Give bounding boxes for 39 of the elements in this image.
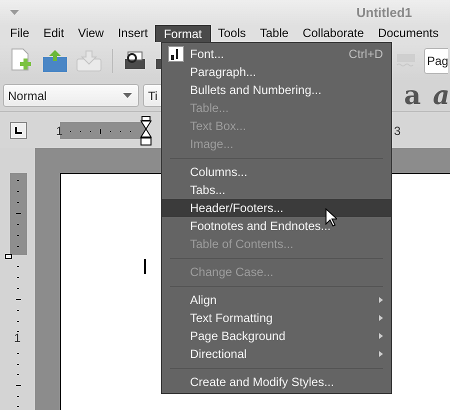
ruler-number: 1	[56, 122, 63, 140]
window-title: Untitled1	[356, 4, 412, 22]
menu-item[interactable]: Columns...	[162, 163, 391, 181]
page-dropdown[interactable]: Pag	[424, 48, 448, 74]
menu-bar-item[interactable]: View	[71, 25, 111, 42]
print-preview-icon[interactable]	[124, 50, 146, 72]
menu-item[interactable]: Footnotes and Endnotes...	[162, 217, 391, 235]
font-style-button[interactable]: a	[432, 82, 450, 110]
menu-bar-item[interactable]: Documents	[370, 25, 446, 42]
font-style-button[interactable]: a	[404, 82, 421, 110]
menu-bar-item[interactable]: Insert	[110, 25, 155, 42]
menu-item[interactable]: Bullets and Numbering...	[162, 81, 391, 99]
dropdown-arrow-icon	[123, 93, 132, 98]
menu-item[interactable]: Tabs...	[162, 181, 391, 199]
menu-item[interactable]: Align	[162, 291, 391, 309]
menu-item[interactable]: Page Background	[162, 327, 391, 345]
menu-bar-item[interactable]: Tools	[210, 25, 253, 42]
indent-marker-icon[interactable]	[5, 254, 12, 259]
text-cursor	[144, 259, 146, 274]
menu-bar-item[interactable]: Edit	[36, 25, 72, 42]
menu-item[interactable]: Directional	[162, 345, 391, 363]
menu-item[interactable]: Create and Modify Styles...	[162, 373, 391, 391]
indent-marker-icon[interactable]	[139, 116, 153, 146]
ruler-number: 1	[14, 330, 21, 347]
menu-bar-item[interactable]: Format	[154, 25, 211, 42]
open-folder-icon[interactable]	[42, 49, 68, 73]
tab-stop-icon	[15, 126, 22, 134]
style-dropdown[interactable]: Normal	[3, 84, 139, 107]
menu-bar-item[interactable]: Collaborate	[296, 25, 371, 42]
menu-bar-item[interactable]: Table	[252, 25, 296, 42]
ruler-number: 3	[394, 122, 401, 140]
menu-item[interactable]: Header/Footers...	[162, 199, 391, 217]
menu-item[interactable]: Font... Ctrl+D	[162, 45, 391, 63]
menu-item[interactable]: Paragraph...	[162, 63, 391, 81]
style-name: Normal	[8, 88, 47, 104]
menu-bar-item[interactable]: File	[3, 25, 36, 42]
menu-item[interactable]: Text Formatting	[162, 309, 391, 327]
shortcut-label: Ctrl+D	[348, 46, 383, 63]
tab-stop-button[interactable]	[10, 122, 27, 138]
